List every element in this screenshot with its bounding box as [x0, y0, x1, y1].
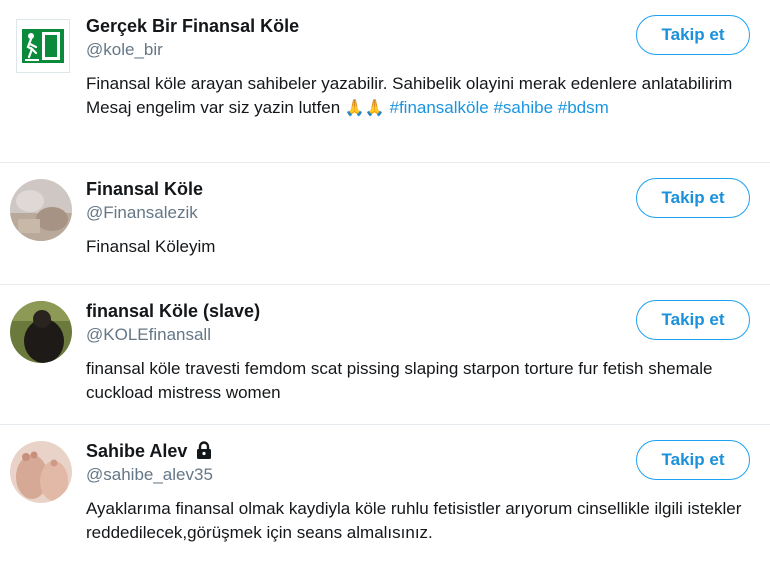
follow-button[interactable]: Takip et [636, 300, 750, 340]
hashtag-link[interactable]: #sahibe [493, 98, 553, 117]
account-bio: Finansal köle arayan sahibeler yazabilir… [86, 72, 746, 121]
avatar[interactable] [10, 179, 72, 241]
bio-text: Ayaklarıma finansal olmak kaydiyla köle … [86, 499, 742, 542]
exit-sign-icon [19, 26, 67, 66]
bio-text: Finansal Köleyim [86, 237, 216, 256]
profile-photo [10, 179, 72, 241]
avatar[interactable] [16, 19, 70, 73]
account-card[interactable]: Finansal Köle @Finansalezik Finansal Köl… [0, 163, 770, 285]
profile-photo [10, 441, 72, 503]
follow-button[interactable]: Takip et [636, 178, 750, 218]
account-bio: Ayaklarıma finansal olmak kaydiyla köle … [86, 497, 746, 545]
hashtag-link[interactable]: #finansalköle [389, 98, 488, 117]
account-bio: finansal köle travesti femdom scat pissi… [86, 357, 746, 405]
account-card[interactable]: Gerçek Bir Finansal Köle @kole_bir Finan… [0, 0, 770, 163]
account-card[interactable]: finansal Köle (slave) @KOLEfinansall fin… [0, 285, 770, 425]
follow-button[interactable]: Takip et [636, 15, 750, 55]
account-name-text: Sahibe Alev [86, 441, 188, 461]
lock-icon [197, 441, 212, 459]
profile-photo [10, 301, 72, 363]
account-bio: Finansal Köleyim [86, 235, 746, 259]
follow-button[interactable]: Takip et [636, 440, 750, 480]
who-to-follow-list: Gerçek Bir Finansal Köle @kole_bir Finan… [0, 0, 770, 564]
bio-text: finansal köle travesti femdom scat pissi… [86, 359, 713, 402]
avatar[interactable] [10, 441, 72, 503]
avatar[interactable] [10, 301, 72, 363]
pray-emoji-icon: 🙏🙏 [344, 100, 385, 117]
hashtag-link[interactable]: #bdsm [558, 98, 609, 117]
account-card[interactable]: Sahibe Alev @sahibe_alev35 Ayaklarıma fi… [0, 425, 770, 564]
